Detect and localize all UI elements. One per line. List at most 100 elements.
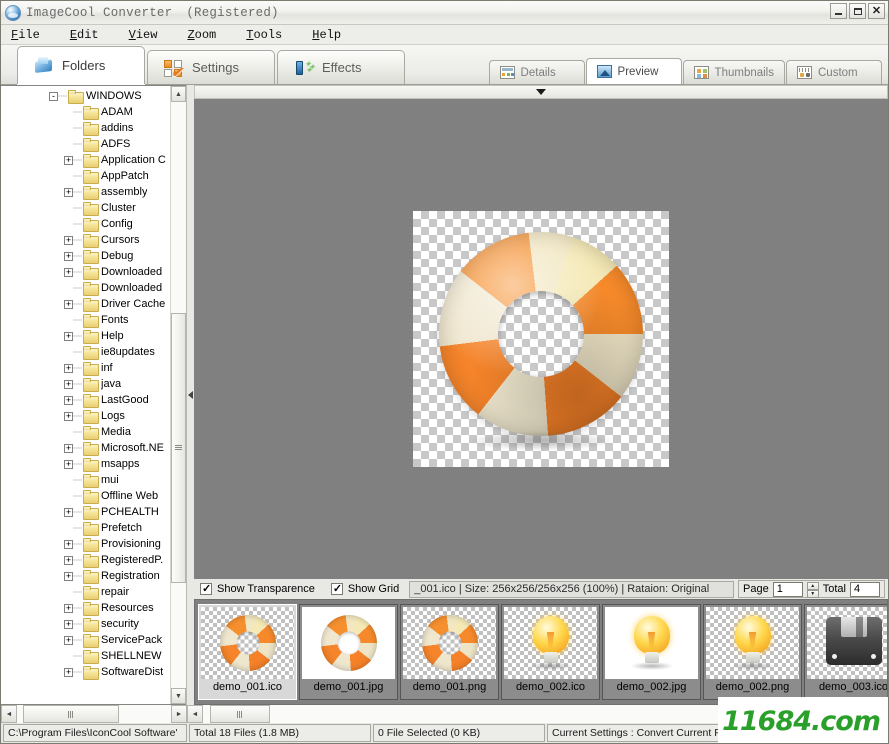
- page-spinner-down[interactable]: ▼: [806, 589, 819, 598]
- tab-custom[interactable]: Custom: [786, 60, 882, 84]
- tree-hscroll-right-button[interactable]: ►: [171, 705, 187, 723]
- tree-node[interactable]: Offline Web: [1, 488, 170, 504]
- tree-node[interactable]: + RegisteredP.: [1, 552, 170, 568]
- tab-details[interactable]: Details: [488, 60, 585, 84]
- tree-expand-icon[interactable]: +: [64, 539, 73, 549]
- tree-expand-icon[interactable]: +: [64, 155, 73, 165]
- pane-splitter[interactable]: [187, 85, 194, 705]
- show-grid-checkbox-box[interactable]: [330, 582, 343, 595]
- tree-node[interactable]: + SoftwareDist: [1, 664, 170, 680]
- thumbnail-strip[interactable]: demo_001.ico demo_001.jpg demo_001.png demo…: [194, 599, 888, 705]
- tree-expand-icon[interactable]: +: [64, 635, 73, 645]
- thumbnail-item[interactable]: demo_002.png: [703, 604, 802, 700]
- tree-expand-icon[interactable]: +: [64, 603, 73, 613]
- tab-thumbnails[interactable]: Thumbnails: [682, 60, 785, 84]
- tree-expand-icon[interactable]: +: [64, 267, 73, 277]
- thumbnail-item[interactable]: demo_002.ico: [501, 604, 600, 700]
- tree-node[interactable]: Downloaded: [1, 280, 170, 296]
- tree-vertical-scrollbar[interactable]: ▲ ▼: [170, 86, 186, 704]
- menu-item-file[interactable]: File: [11, 27, 54, 43]
- tree-node[interactable]: + msapps: [1, 456, 170, 472]
- tree-node[interactable]: + Registration: [1, 568, 170, 584]
- menu-item-tools[interactable]: Tools: [246, 27, 296, 43]
- preview-canvas-area[interactable]: [194, 99, 888, 579]
- tree-node[interactable]: + PCHEALTH: [1, 504, 170, 520]
- tree-node[interactable]: + Resources: [1, 600, 170, 616]
- tree-node[interactable]: + ServicePack: [1, 632, 170, 648]
- page-spinner-up[interactable]: ▲: [806, 581, 819, 590]
- tree-node[interactable]: + LastGood: [1, 392, 170, 408]
- tab-preview[interactable]: Preview: [585, 58, 682, 84]
- tree-node[interactable]: + security: [1, 616, 170, 632]
- thumbnail-item[interactable]: demo_001.png: [400, 604, 499, 700]
- thumbnail-item[interactable]: demo_003.ico: [804, 604, 887, 700]
- menu-item-edit[interactable]: Edit: [70, 27, 113, 43]
- show-grid-checkbox[interactable]: Show Grid: [325, 582, 409, 595]
- thumbs-hscroll-left-button[interactable]: ◄: [187, 705, 203, 723]
- tree-expand-icon[interactable]: +: [64, 459, 73, 469]
- tree-horizontal-scrollbar[interactable]: ◄ ►: [1, 705, 187, 723]
- tree-node[interactable]: + inf: [1, 360, 170, 376]
- tree-node[interactable]: SHELLNEW: [1, 648, 170, 664]
- tree-node[interactable]: Cluster: [1, 200, 170, 216]
- tree-node[interactable]: + java: [1, 376, 170, 392]
- page-input[interactable]: 1: [772, 581, 803, 597]
- tree-expand-icon[interactable]: +: [64, 363, 73, 373]
- tree-expand-icon[interactable]: +: [64, 251, 73, 261]
- tree-node[interactable]: + assembly: [1, 184, 170, 200]
- tree-expand-icon[interactable]: +: [64, 379, 73, 389]
- tree-node[interactable]: ie8updates: [1, 344, 170, 360]
- tree-node[interactable]: ADFS: [1, 136, 170, 152]
- tree-expand-icon[interactable]: +: [64, 507, 73, 517]
- tree-expand-icon[interactable]: +: [64, 667, 73, 677]
- tree-node[interactable]: Media: [1, 424, 170, 440]
- thumbs-hscroll-thumb[interactable]: [209, 705, 270, 723]
- tree-expand-icon[interactable]: +: [64, 395, 73, 405]
- tree-node[interactable]: repair: [1, 584, 170, 600]
- tree-node[interactable]: + Help: [1, 328, 170, 344]
- menu-item-help[interactable]: Help: [312, 27, 355, 43]
- tab-folders[interactable]: Folders: [17, 46, 145, 84]
- tree-node[interactable]: + Downloaded: [1, 264, 170, 280]
- tab-settings[interactable]: ✔ Settings: [147, 50, 275, 84]
- tree-expand-icon[interactable]: +: [64, 571, 73, 581]
- tree-scroll-up-button[interactable]: ▲: [171, 86, 186, 102]
- tree-scroll-down-button[interactable]: ▼: [171, 688, 186, 704]
- show-transparence-checkbox[interactable]: Show Transparence: [194, 582, 325, 595]
- tree-expand-icon[interactable]: +: [64, 619, 73, 629]
- tree-node[interactable]: ADAM: [1, 104, 170, 120]
- tree-node[interactable]: + Application C: [1, 152, 170, 168]
- thumbnail-item[interactable]: demo_001.jpg: [299, 604, 398, 700]
- tree-expand-icon[interactable]: +: [64, 299, 73, 309]
- tree-node[interactable]: + Cursors: [1, 232, 170, 248]
- tree-node[interactable]: + Logs: [1, 408, 170, 424]
- thumbnail-item[interactable]: demo_002.jpg: [602, 604, 701, 700]
- folder-tree[interactable]: - WINDOWS ADAM addins ADFS + Application C AppP…: [1, 86, 170, 704]
- tree-node[interactable]: mui: [1, 472, 170, 488]
- tree-node[interactable]: AppPatch: [1, 168, 170, 184]
- tree-node[interactable]: - WINDOWS: [1, 88, 170, 104]
- minimize-button[interactable]: [830, 3, 847, 19]
- thumbnail-item[interactable]: demo_001.ico: [198, 604, 297, 700]
- tree-collapse-icon[interactable]: -: [49, 91, 58, 101]
- show-transparence-checkbox-box[interactable]: [200, 582, 212, 595]
- tree-expand-icon[interactable]: +: [64, 555, 73, 565]
- tree-node[interactable]: Config: [1, 216, 170, 232]
- tree-hscroll-thumb[interactable]: [23, 705, 119, 723]
- close-button[interactable]: ✕: [868, 3, 885, 19]
- tree-node[interactable]: + Driver Cache: [1, 296, 170, 312]
- tree-node[interactable]: Prefetch: [1, 520, 170, 536]
- tree-scroll-track[interactable]: [171, 102, 186, 688]
- maximize-button[interactable]: [849, 3, 866, 19]
- tree-expand-icon[interactable]: +: [64, 187, 73, 197]
- tree-node[interactable]: + Provisioning: [1, 536, 170, 552]
- preview-collapse-handle[interactable]: [194, 85, 888, 99]
- tree-expand-icon[interactable]: +: [64, 331, 73, 341]
- tree-node[interactable]: Fonts: [1, 312, 170, 328]
- tree-scroll-thumb[interactable]: [171, 312, 186, 583]
- tree-expand-icon[interactable]: +: [64, 411, 73, 421]
- tree-expand-icon[interactable]: +: [64, 443, 73, 453]
- tree-hscroll-track[interactable]: [17, 705, 171, 723]
- tree-node[interactable]: + Microsoft.NE: [1, 440, 170, 456]
- tree-expand-icon[interactable]: +: [64, 235, 73, 245]
